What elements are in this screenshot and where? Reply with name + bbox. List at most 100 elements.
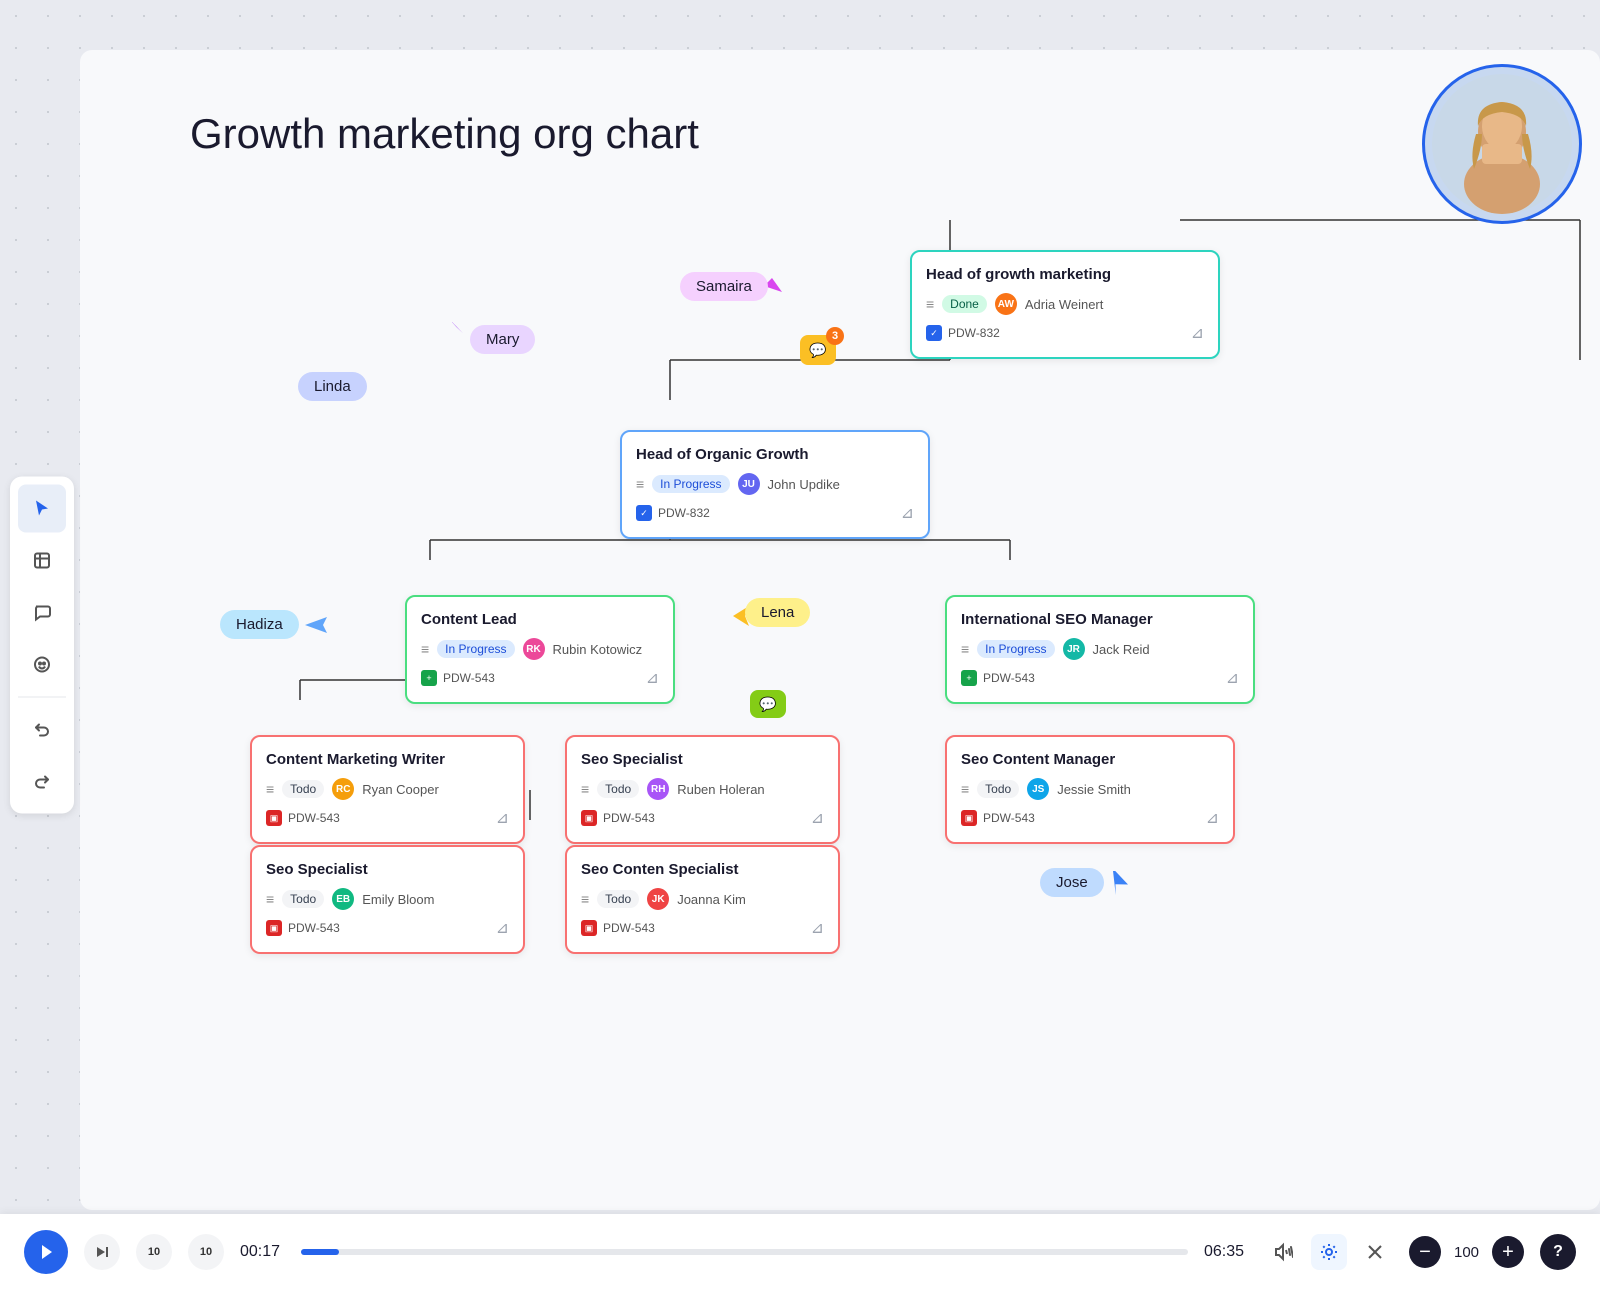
- play-button[interactable]: [24, 1230, 68, 1274]
- playback-controls-right: [1265, 1234, 1393, 1270]
- assignee-joanna: Joanna Kim: [677, 892, 746, 907]
- card-row-organic: ≡ In Progress JU John Updike: [636, 473, 914, 495]
- lines-icon7: ≡: [961, 781, 969, 797]
- close-button[interactable]: [1357, 1234, 1393, 1270]
- status-badge-content-marketing: Todo: [282, 780, 324, 798]
- skip-end-button[interactable]: [84, 1234, 120, 1270]
- status-badge-seo-spec1: Todo: [597, 780, 639, 798]
- card-seo-specialist2[interactable]: Seo Specialist ≡ Todo EB Emily Bloom ▣ P…: [250, 845, 525, 954]
- cursor-label-linda: Linda: [298, 372, 367, 401]
- ticket-badge-seo-spec1: ▣ PDW-543: [581, 810, 655, 826]
- progress-bar[interactable]: [301, 1249, 1188, 1255]
- zoom-value: 100: [1449, 1244, 1484, 1261]
- pin-icon-seo-spec1[interactable]: ⊿: [811, 808, 824, 828]
- card-title-content-lead: Content Lead: [421, 611, 659, 628]
- card-seo-content-manager[interactable]: Seo Content Manager ≡ Todo JS Jessie Smi…: [945, 735, 1235, 844]
- card-row-seo-spec2: ≡ Todo EB Emily Bloom: [266, 888, 509, 910]
- message-bubble-yellow[interactable]: 💬 3: [800, 335, 836, 365]
- ticket-icon-green2: +: [961, 670, 977, 686]
- lines-icon8: ≡: [266, 891, 274, 907]
- rewind-10-button[interactable]: 10: [136, 1234, 172, 1270]
- assignee-john: John Updike: [768, 477, 840, 492]
- emoji-tool[interactable]: [18, 641, 66, 689]
- lines-icon2: ≡: [636, 476, 644, 492]
- cursor-jose-group: Jose: [1040, 868, 1128, 897]
- cursor-samaira-group: Samaira: [680, 272, 768, 301]
- pin-icon-intl-seo[interactable]: ⊿: [1226, 668, 1239, 688]
- avatar-adria: AW: [995, 293, 1017, 315]
- card-intl-seo[interactable]: International SEO Manager ≡ In Progress …: [945, 595, 1255, 704]
- pin-icon-growth[interactable]: ⊿: [1191, 323, 1204, 343]
- ticket-row-seo-spec2: ▣ PDW-543 ⊿: [266, 918, 509, 938]
- pin-icon-content-lead[interactable]: ⊿: [646, 668, 659, 688]
- page-title: Growth marketing org chart: [190, 110, 699, 158]
- avatar-jessie: JS: [1027, 778, 1049, 800]
- pin-icon-seo-content-mgr[interactable]: ⊿: [1206, 808, 1219, 828]
- ticket-num-seo-spec2: PDW-543: [288, 921, 340, 935]
- help-button[interactable]: ?: [1540, 1234, 1576, 1270]
- avatar-joanna: JK: [647, 888, 669, 910]
- main-canvas[interactable]: Growth marketing org chart Head of growt…: [80, 50, 1600, 1210]
- undo-tool[interactable]: [18, 706, 66, 754]
- ticket-icon-red4: ▣: [266, 920, 282, 936]
- ticket-icon-red3: ▣: [961, 810, 977, 826]
- ticket-row-seo-content-mgr: ▣ PDW-543 ⊿: [961, 808, 1219, 828]
- message-bubble-green[interactable]: 💬: [750, 690, 786, 718]
- lines-icon9: ≡: [581, 891, 589, 907]
- status-badge-intl-seo: In Progress: [977, 640, 1054, 658]
- lines-icon: ≡: [926, 296, 934, 312]
- forward-10-button[interactable]: 10: [188, 1234, 224, 1270]
- progress-bar-fill: [301, 1249, 339, 1255]
- ticket-num-seo-content-mgr: PDW-543: [983, 811, 1035, 825]
- pin-icon-seo-conten-spec[interactable]: ⊿: [811, 918, 824, 938]
- card-seo-specialist1[interactable]: Seo Specialist ≡ Todo RH Ruben Holeran ▣…: [565, 735, 840, 844]
- card-content-lead[interactable]: Content Lead ≡ In Progress RK Rubin Koto…: [405, 595, 675, 704]
- redo-tool[interactable]: [18, 758, 66, 806]
- ticket-row-seo-conten-spec: ▣ PDW-543 ⊿: [581, 918, 824, 938]
- ticket-icon-blue: ✓: [926, 325, 942, 341]
- card-head-of-growth[interactable]: Head of growth marketing ≡ Done AW Adria…: [910, 250, 1220, 359]
- comment-tool[interactable]: [18, 589, 66, 637]
- avatar-image: [1432, 74, 1572, 214]
- toolbar-divider: [18, 697, 66, 698]
- card-seo-conten-specialist[interactable]: Seo Conten Specialist ≡ Todo JK Joanna K…: [565, 845, 840, 954]
- zoom-in-button[interactable]: +: [1492, 1236, 1524, 1268]
- ticket-row-organic: ✓ PDW-832 ⊿: [636, 503, 914, 523]
- cursor-tool[interactable]: [18, 485, 66, 533]
- card-row-content-marketing: ≡ Todo RC Ryan Cooper: [266, 778, 509, 800]
- ticket-icon-red2: ▣: [581, 810, 597, 826]
- card-row-status-growth: ≡ Done AW Adria Weinert: [926, 293, 1204, 315]
- sticky-note-tool[interactable]: [18, 537, 66, 585]
- status-badge-seo-spec2: Todo: [282, 890, 324, 908]
- playback-bar: 10 10 00:17 06:35 − 10: [0, 1214, 1600, 1290]
- cursor-jose-arrow: [1108, 871, 1128, 895]
- status-badge-content-lead: In Progress: [437, 640, 514, 658]
- cursor-hadiza-arrow: [305, 617, 327, 633]
- ticket-badge-content-lead: + PDW-543: [421, 670, 495, 686]
- ticket-num-growth: PDW-832: [948, 326, 1000, 340]
- assignee-ruben: Ruben Holeran: [677, 782, 764, 797]
- avatar-rubin: RK: [523, 638, 545, 660]
- pin-icon-seo-spec2[interactable]: ⊿: [496, 918, 509, 938]
- pin-icon-content-marketing[interactable]: ⊿: [496, 808, 509, 828]
- cursor-label-lena: Lena: [745, 598, 810, 627]
- ticket-badge-growth: ✓ PDW-832: [926, 325, 1000, 341]
- card-content-marketing[interactable]: Content Marketing Writer ≡ Todo RC Ryan …: [250, 735, 525, 844]
- total-time: 06:35: [1204, 1243, 1249, 1261]
- ticket-icon-red5: ▣: [581, 920, 597, 936]
- avatar-john: JU: [738, 473, 760, 495]
- ticket-badge-organic: ✓ PDW-832: [636, 505, 710, 521]
- card-head-organic[interactable]: Head of Organic Growth ≡ In Progress JU …: [620, 430, 930, 539]
- mute-button[interactable]: [1265, 1234, 1301, 1270]
- assignee-rubin: Rubin Kotowicz: [553, 642, 643, 657]
- zoom-controls: − 100 +: [1409, 1236, 1524, 1268]
- zoom-out-button[interactable]: −: [1409, 1236, 1441, 1268]
- card-title-seo-content-mgr: Seo Content Manager: [961, 751, 1219, 768]
- ticket-icon-green: +: [421, 670, 437, 686]
- card-row-seo-content-mgr: ≡ Todo JS Jessie Smith: [961, 778, 1219, 800]
- pin-icon-organic[interactable]: ⊿: [901, 503, 914, 523]
- card-title-seo-conten-spec: Seo Conten Specialist: [581, 861, 824, 878]
- assignee-jessie: Jessie Smith: [1057, 782, 1131, 797]
- settings-button[interactable]: [1311, 1234, 1347, 1270]
- assignee-jack: Jack Reid: [1093, 642, 1150, 657]
